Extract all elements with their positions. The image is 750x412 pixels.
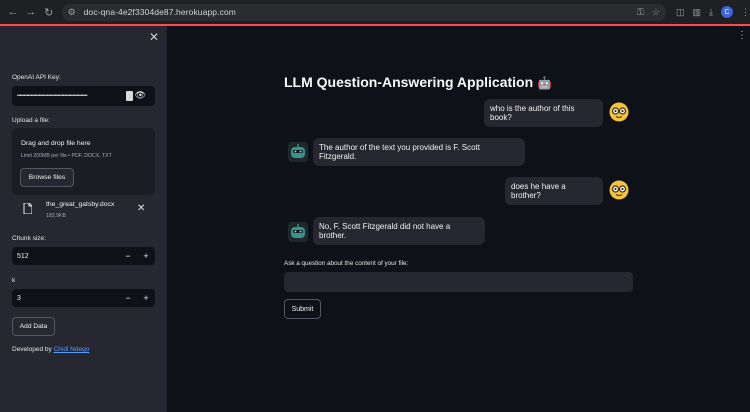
k-label: k (12, 277, 16, 284)
message-text: does he have a brother? (511, 182, 566, 200)
download-icon[interactable]: ⤓ (709, 7, 713, 18)
page-title: LLM Question-Answering Application 🤖 (284, 74, 552, 90)
site-info-icon[interactable]: ⚙ (68, 7, 78, 17)
bookmark-star-icon[interactable]: ☆ (652, 7, 660, 18)
remove-file-icon[interactable]: ✕ (137, 203, 145, 214)
question-input-label: Ask a question about the content of your… (284, 260, 409, 267)
add-data-button[interactable]: Add Data (12, 317, 55, 336)
chunk-size-increment-button[interactable]: + (137, 251, 155, 261)
forward-arrow-icon[interactable]: → (22, 3, 40, 21)
file-icon (23, 203, 32, 214)
browser-toolbar: ← → ↻ ⚙ doc-qna-4e2f3304de87.herokuapp.c… (0, 0, 750, 24)
k-increment-button[interactable]: + (137, 293, 155, 303)
api-key-masked-value: ••••••••••••••••••••••••••••••••••••••••… (17, 93, 88, 99)
robot-icon: 🤖 (537, 76, 552, 90)
side-panel-icon[interactable]: ▥ (693, 7, 702, 18)
dropzone-title: Drag and drop file here (21, 140, 91, 147)
key-icon[interactable]: ⚿ (637, 7, 644, 18)
profile-avatar[interactable]: C (721, 6, 733, 18)
message-text: who is the author of this book? (490, 104, 575, 122)
chat-message-user: who is the author of this book? (484, 99, 603, 127)
page-title-text: LLM Question-Answering Application (284, 74, 534, 90)
app-menu-icon[interactable]: ⋮ (737, 30, 747, 41)
close-sidebar-icon[interactable]: ✕ (149, 30, 159, 44)
api-key-input[interactable]: ••••••••••••••••••••••••••••••••••••••••… (12, 86, 155, 106)
k-value[interactable]: 3 (12, 295, 119, 302)
uploaded-file-name: the_great_gatsby.docx (46, 201, 115, 208)
chunk-size-value[interactable]: 512 (12, 253, 119, 260)
assistant-robot-avatar-icon (288, 142, 308, 162)
uploaded-file-size: 182.9KB (46, 213, 66, 219)
developer-credit: Developed by Chidi Ndego (12, 346, 89, 353)
reload-icon[interactable]: ↻ (40, 3, 58, 21)
password-caret (126, 91, 133, 101)
file-dropzone[interactable]: Drag and drop file here Limit 200MB per … (12, 128, 155, 195)
nerd-face-icon (609, 180, 629, 200)
browse-files-button[interactable]: Browse files (20, 168, 74, 187)
k-decrement-button[interactable]: − (119, 293, 137, 303)
developed-by-text: Developed by (12, 346, 54, 353)
browser-menu-icon[interactable]: ⋮ (741, 7, 750, 18)
developer-link[interactable]: Chidi Ndego (54, 346, 90, 353)
nerd-face-icon (609, 102, 629, 122)
question-input[interactable] (284, 272, 633, 292)
url-text: doc-qna-4e2f3304de87.herokuapp.com (83, 7, 236, 17)
dropzone-limit: Limit 200MB per file • PDF, DOCX, TXT (21, 153, 112, 159)
assistant-robot-avatar-icon (288, 222, 308, 242)
show-password-eye-icon[interactable]: 👁 (135, 90, 146, 101)
chat-message-user: does he have a brother? (505, 177, 603, 205)
chunk-size-label: Chunk size: (12, 235, 46, 242)
upload-label: Upload a file: (12, 117, 50, 124)
address-bar[interactable]: ⚙ doc-qna-4e2f3304de87.herokuapp.com ⚿ ☆ (61, 3, 666, 21)
chat-message-assistant: The author of the text you provided is F… (313, 138, 525, 166)
submit-button[interactable]: Submit (284, 299, 321, 319)
api-key-label: OpenAI API Key: (12, 74, 61, 81)
chat-message-assistant: No, F. Scott Fitzgerald did not have a b… (313, 217, 485, 245)
k-input[interactable]: 3 − + (12, 289, 155, 307)
back-arrow-icon[interactable]: ← (4, 3, 22, 21)
message-text: The author of the text you provided is F… (319, 143, 480, 161)
message-text: No, F. Scott Fitzgerald did not have a b… (319, 222, 451, 240)
extensions-icon[interactable]: ◫ (676, 7, 685, 18)
chunk-size-decrement-button[interactable]: − (119, 251, 137, 261)
chunk-size-input[interactable]: 512 − + (12, 247, 155, 265)
sidebar: ✕ OpenAI API Key: ••••••••••••••••••••••… (0, 26, 167, 412)
